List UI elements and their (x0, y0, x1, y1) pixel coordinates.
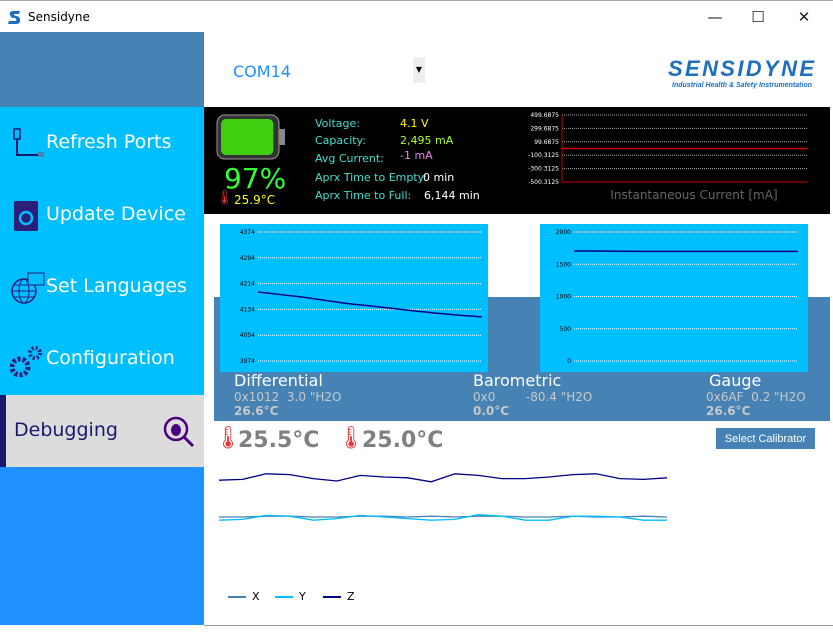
sidebar-item-set-languages[interactable]: Set Languages (0, 251, 204, 323)
sidebar-item-configuration[interactable]: Configuration (0, 323, 204, 395)
voltage-label: Voltage: (315, 117, 360, 130)
app-logo-icon (8, 11, 21, 24)
differential-chart: 4374 4294 4214 4134 4054 3974 (240, 229, 483, 365)
differential-chart-box: 4374 4294 4214 4134 4054 3974 (220, 224, 488, 372)
select-calibrator-button[interactable]: Select Calibrator (716, 428, 815, 449)
sensor-temp: 26.6°C (234, 404, 279, 418)
usb-cable-icon (13, 128, 44, 157)
sensor-value: -80.4 "H2O (525, 390, 593, 404)
barometric-chart: 2000 1500 1000 500 0 (556, 229, 798, 365)
y-tick-label: 499.6875 (530, 112, 559, 119)
y-tick-label: 0 (567, 358, 571, 365)
y-tick-label: 500 (560, 326, 572, 333)
legend-swatch (323, 596, 341, 598)
accelerometer-chart (218, 473, 668, 521)
sidebar-footer (0, 467, 204, 625)
minimize-button[interactable]: — (695, 5, 735, 29)
sensor-temp: 26.6°C (706, 404, 751, 418)
bug-search-icon (163, 416, 195, 448)
sensor-name: Barometric (473, 371, 562, 390)
legend-x: X (228, 590, 260, 603)
sidebar-item-label: Set Languages (46, 275, 187, 297)
sensor-name: Gauge (709, 371, 762, 390)
sensor-name: Differential (234, 371, 323, 390)
y-tick-label: 299.6875 (530, 125, 559, 132)
voltage-value: 4.1 V (400, 117, 429, 130)
app-title: Sensidyne (28, 10, 90, 24)
y-tick-label: 1000 (556, 294, 571, 301)
legend-label: Z (347, 590, 355, 603)
chevron-down-icon[interactable]: ▼ (413, 57, 425, 83)
barometric-chart-box: 2000 1500 1000 500 0 (540, 224, 808, 372)
globe-language-icon (11, 272, 45, 304)
window-bottom-border (204, 625, 833, 626)
y-tick-label: -500.3125 (528, 179, 559, 186)
gears-icon (10, 346, 42, 377)
y-tick-label: 4054 (240, 332, 255, 339)
y-tick-label: -300.3125 (528, 166, 559, 173)
y-tick-label: 4374 (240, 229, 255, 236)
sidebar-item-label: Update Device (46, 203, 186, 225)
capacity-label: Capacity: (315, 134, 366, 147)
y-tick-label: 3974 (240, 358, 255, 365)
sidebar-header (0, 32, 204, 107)
sidebar-item-label: Debugging (14, 419, 118, 441)
y-tick-label: 4214 (240, 281, 255, 288)
sensor-value: 0.2 "H2O (751, 390, 806, 404)
sensor-differential: Differential 0x1012 3.0 "H2O 26.6°C (234, 371, 341, 418)
close-button[interactable]: ✕ (784, 5, 824, 29)
svg-text:SENSIDYNE: SENSIDYNE (668, 56, 815, 81)
svg-text:Industrial Health & Safety Ins: Industrial Health & Safety Instrumentati… (672, 82, 812, 89)
legend-label: X (252, 590, 260, 603)
legend-y: Y (275, 590, 306, 603)
thermometer-icon: 🌡 (337, 426, 365, 451)
maximize-button[interactable]: ☐ (738, 5, 778, 29)
y-tick-label: 1500 (556, 261, 571, 268)
sensor-value: 3.0 "H2O (286, 390, 342, 404)
sidebar-item-label: Configuration (46, 347, 175, 369)
legend-z: Z (323, 590, 355, 603)
sensor-barometric: Barometric 0x0 -80.4 "H2O 0.0°C (473, 371, 592, 418)
sidebar-item-label: Refresh Ports (46, 131, 172, 153)
x-axis-label: Instantaneous Current [mA] (610, 188, 777, 202)
y-tick-label: 99.6875 (534, 139, 559, 146)
time-full-label: Aprx Time to Full: (315, 189, 412, 202)
battery-temp: 25.9°C (234, 193, 276, 207)
legend-swatch (228, 596, 246, 598)
series-line-z (218, 473, 668, 483)
battery-panel: 97% 🌡 25.9°C Voltage: 4.1 V Capacity: 2,… (204, 107, 830, 214)
time-full-value: 6,144 min (424, 189, 480, 202)
thermometer-icon: 🌡 (216, 190, 234, 206)
update-device-icon (14, 201, 38, 231)
avg-current-label: Avg Current: (315, 152, 384, 165)
y-tick-label: 4294 (240, 255, 255, 262)
sidebar-item-debugging[interactable]: Debugging (0, 395, 204, 467)
title-bar: Sensidyne — ☐ ✕ (0, 0, 833, 32)
capacity-value: 2,495 mA (400, 134, 454, 147)
sensor-temp: 0.0°C (473, 404, 510, 418)
sensor-gauge: Gauge 0x6AF 0.2 "H2O 26.6°C (706, 371, 806, 418)
port-select-value: COM14 (233, 62, 291, 81)
sensor-raw: 0x0 (473, 390, 496, 404)
legend-label: Y (299, 590, 306, 603)
series-line (257, 291, 483, 318)
y-tick-label: 2000 (556, 229, 571, 236)
time-empty-label: Aprx Time to Empty: (315, 171, 428, 184)
avg-current-value: -1 mA (400, 149, 433, 162)
port-select[interactable]: COM14 ▼ (225, 57, 430, 85)
current-chart: 499.6875 299.6875 99.6875 -100.3125 -300.312… (528, 112, 808, 202)
battery-icon (216, 114, 285, 160)
sensor-raw: 0x6AF (706, 390, 744, 404)
y-tick-label: 4134 (240, 306, 255, 313)
sensidyne-logo: SENSIDYNE Industrial Health & Safety Inst… (668, 56, 816, 92)
temp-reading-2: 25.0°C (362, 428, 444, 453)
legend-swatch (275, 596, 293, 598)
sensor-raw: 0x1012 (234, 390, 280, 404)
sidebar-item-update-device[interactable]: Update Device (0, 179, 204, 251)
time-empty-value: 0 min (423, 171, 455, 184)
temp-reading-1: 25.5°C (238, 428, 320, 453)
y-tick-label: -100.3125 (528, 152, 559, 159)
sidebar-item-refresh-ports[interactable]: Refresh Ports (0, 107, 204, 179)
